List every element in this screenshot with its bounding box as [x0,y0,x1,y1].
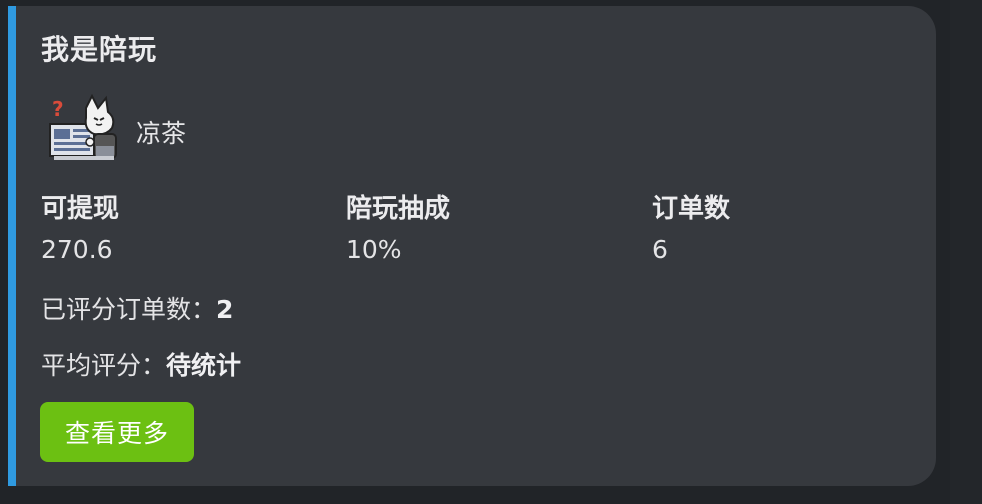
stat-withdrawable: 可提现 270.6 [41,192,119,265]
stat-value: 10% [346,235,402,264]
companion-card: 我是陪玩 ? 凉茶 可提现 270.6 陪玩抽成 10% 订单数 6 已评分订单… [8,6,936,486]
stat-label: 可提现 [41,194,120,224]
stat-label: 订单数 [652,194,731,224]
average-rating-label: 平均评分： [41,351,167,380]
view-more-button[interactable]: 查看更多 [40,402,194,462]
stat-commission: 陪玩抽成 10% [346,192,450,265]
rated-orders-value: 2 [216,295,234,324]
stat-value: 270.6 [41,235,113,264]
stat-value: 6 [652,235,668,264]
page-background-strip [950,0,982,504]
card-title: 我是陪玩 [41,33,158,66]
stat-order-count: 订单数 6 [652,192,730,265]
stat-label: 陪玩抽成 [346,194,451,224]
average-rating-value: 待统计 [166,351,242,380]
svg-text:?: ? [52,97,64,121]
avatar-icon: ? [49,94,117,160]
rated-orders-label: 已评分订单数： [41,295,217,324]
rated-orders-line: 已评分订单数：2 [41,290,233,326]
username: 凉茶 [136,119,187,148]
average-rating-line: 平均评分：待统计 [41,346,241,382]
